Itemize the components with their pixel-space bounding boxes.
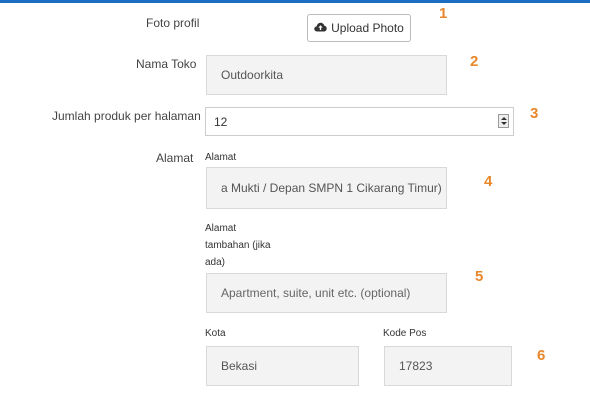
city-label: Kota <box>205 328 226 339</box>
postcode-label: Kode Pos <box>383 328 427 339</box>
annotation-number: 3 <box>530 105 539 122</box>
address2-label-line1: Alamat <box>205 223 237 234</box>
cloud-upload-icon <box>314 21 327 35</box>
annotation-number: 5 <box>475 268 484 285</box>
spinner-down-icon[interactable] <box>500 122 507 125</box>
address-label: Alamat <box>156 151 194 165</box>
store-name-label: Nama Toko <box>136 57 197 71</box>
annotation-number: 1 <box>439 5 448 22</box>
per-page-label: Jumlah produk per halaman <box>52 109 201 123</box>
annotation-number: 6 <box>537 347 546 364</box>
number-spinner[interactable] <box>498 114 509 128</box>
address2-label-line3: ada) <box>205 257 226 268</box>
store-name-field[interactable]: Outdoorkita <box>206 55 447 95</box>
top-accent-bar <box>0 0 590 3</box>
photo-label: Foto profil <box>146 16 200 30</box>
address2-field[interactable]: Apartment, suite, unit etc. (optional) <box>206 273 447 313</box>
address-sub-label: Alamat <box>205 152 237 163</box>
annotation-number: 4 <box>484 173 493 190</box>
address-field[interactable]: a Mukti / Depan SMPN 1 Cikarang Timur) <box>206 167 447 209</box>
per-page-input[interactable]: 12 <box>205 107 514 136</box>
spinner-up-icon[interactable] <box>500 117 507 120</box>
address2-label-line2: tambahan (jika <box>205 240 271 251</box>
annotation-number: 2 <box>470 53 479 70</box>
city-field[interactable]: Bekasi <box>206 346 359 386</box>
upload-photo-label: Upload Photo <box>331 21 404 35</box>
per-page-value: 12 <box>214 114 228 129</box>
upload-photo-button[interactable]: Upload Photo <box>307 14 411 42</box>
postcode-field[interactable]: 17823 <box>384 346 512 386</box>
